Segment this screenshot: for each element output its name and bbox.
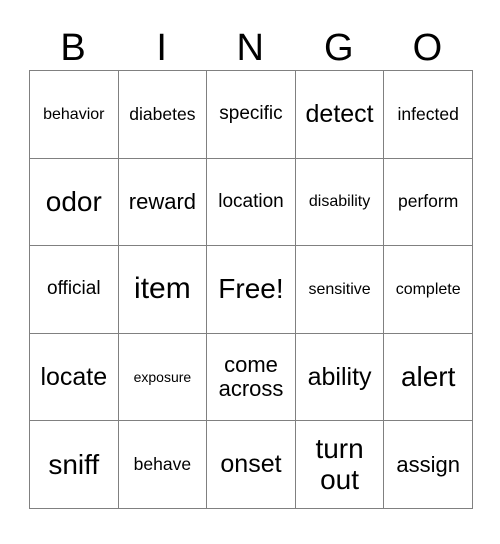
bingo-cell-label: diabetes [129,103,196,124]
bingo-cell-label: item [134,272,191,306]
bingo-row: sniff behave onset turn out assign [30,421,473,509]
bingo-cell[interactable]: item [118,246,208,334]
bingo-cell-label: behavior [43,105,105,123]
bingo-cell[interactable]: diabetes [118,71,208,159]
bingo-cell-label: detect [305,99,374,128]
bingo-header-letter-g: G [324,27,355,69]
bingo-row: official item Free! sensitive complete [30,246,473,334]
bingo-cell[interactable]: come across [207,333,296,422]
bingo-cell[interactable]: assign [384,421,473,509]
bingo-cell-label: complete [395,280,461,298]
bingo-row: locate exposure come across ability aler… [30,333,473,422]
bingo-cell-label: reward [128,189,197,215]
bingo-cell[interactable]: reward [118,158,208,247]
bingo-cell[interactable]: location [207,158,296,247]
bingo-cell-label: location [218,190,284,212]
bingo-header-letter-o: O [412,27,443,69]
bingo-cell[interactable]: sensitive [295,246,385,334]
bingo-cell-label: alert [400,360,456,392]
bingo-cell[interactable]: official [30,246,119,334]
bingo-cell-label: sensitive [308,280,371,298]
bingo-cell[interactable]: perform [384,158,473,247]
bingo-cell-label: turn out [315,433,364,495]
bingo-cell[interactable]: locate [30,333,119,422]
bingo-cell[interactable]: onset [207,421,296,509]
bingo-cell-label: sniff [48,448,100,480]
bingo-grid: behavior diabetes specific detect infect… [29,70,473,509]
bingo-cell[interactable]: behavior [30,71,119,159]
bingo-row: behavior diabetes specific detect infect… [30,71,473,159]
bingo-cell[interactable]: alert [384,333,473,422]
bingo-cell-label: perform [398,191,459,212]
bingo-cell-label: infected [397,103,459,124]
bingo-cell[interactable]: sniff [30,421,119,509]
bingo-cell-label: specific [219,103,283,125]
bingo-cell-label: odor [45,185,102,217]
bingo-row: odor reward location disability perform [30,158,473,247]
bingo-cell[interactable]: infected [384,71,473,159]
bingo-header-row: B I N G O [29,8,472,70]
bingo-cell[interactable]: behave [118,421,208,509]
bingo-cell-label: onset [220,450,282,479]
bingo-header-letter-b: B [60,27,87,69]
bingo-header-letter-i: I [156,27,168,69]
bingo-cell-label: ability [307,362,372,391]
bingo-cell[interactable]: specific [207,71,296,159]
bingo-cell[interactable]: exposure [118,333,208,422]
bingo-cell[interactable]: detect [295,71,385,159]
bingo-free-label: Free! [218,273,284,305]
bingo-card: B I N G O behavior diabetes specific det… [29,8,473,509]
bingo-cell-label: disability [308,193,371,211]
bingo-cell-label: locate [40,362,108,391]
bingo-cell-label: assign [396,451,460,477]
bingo-header-letter-n: N [236,27,265,69]
bingo-cell[interactable]: ability [295,333,385,422]
bingo-cell-label: official [47,278,101,300]
bingo-cell[interactable]: turn out [295,421,385,509]
bingo-cell[interactable]: disability [295,158,385,247]
bingo-cell[interactable]: complete [384,246,473,334]
bingo-cell-label: come across [218,352,284,402]
bingo-cell-label: exposure [133,368,192,385]
bingo-free-cell[interactable]: Free! [207,246,296,334]
bingo-cell-label: behave [133,454,192,475]
bingo-cell[interactable]: odor [30,158,119,247]
